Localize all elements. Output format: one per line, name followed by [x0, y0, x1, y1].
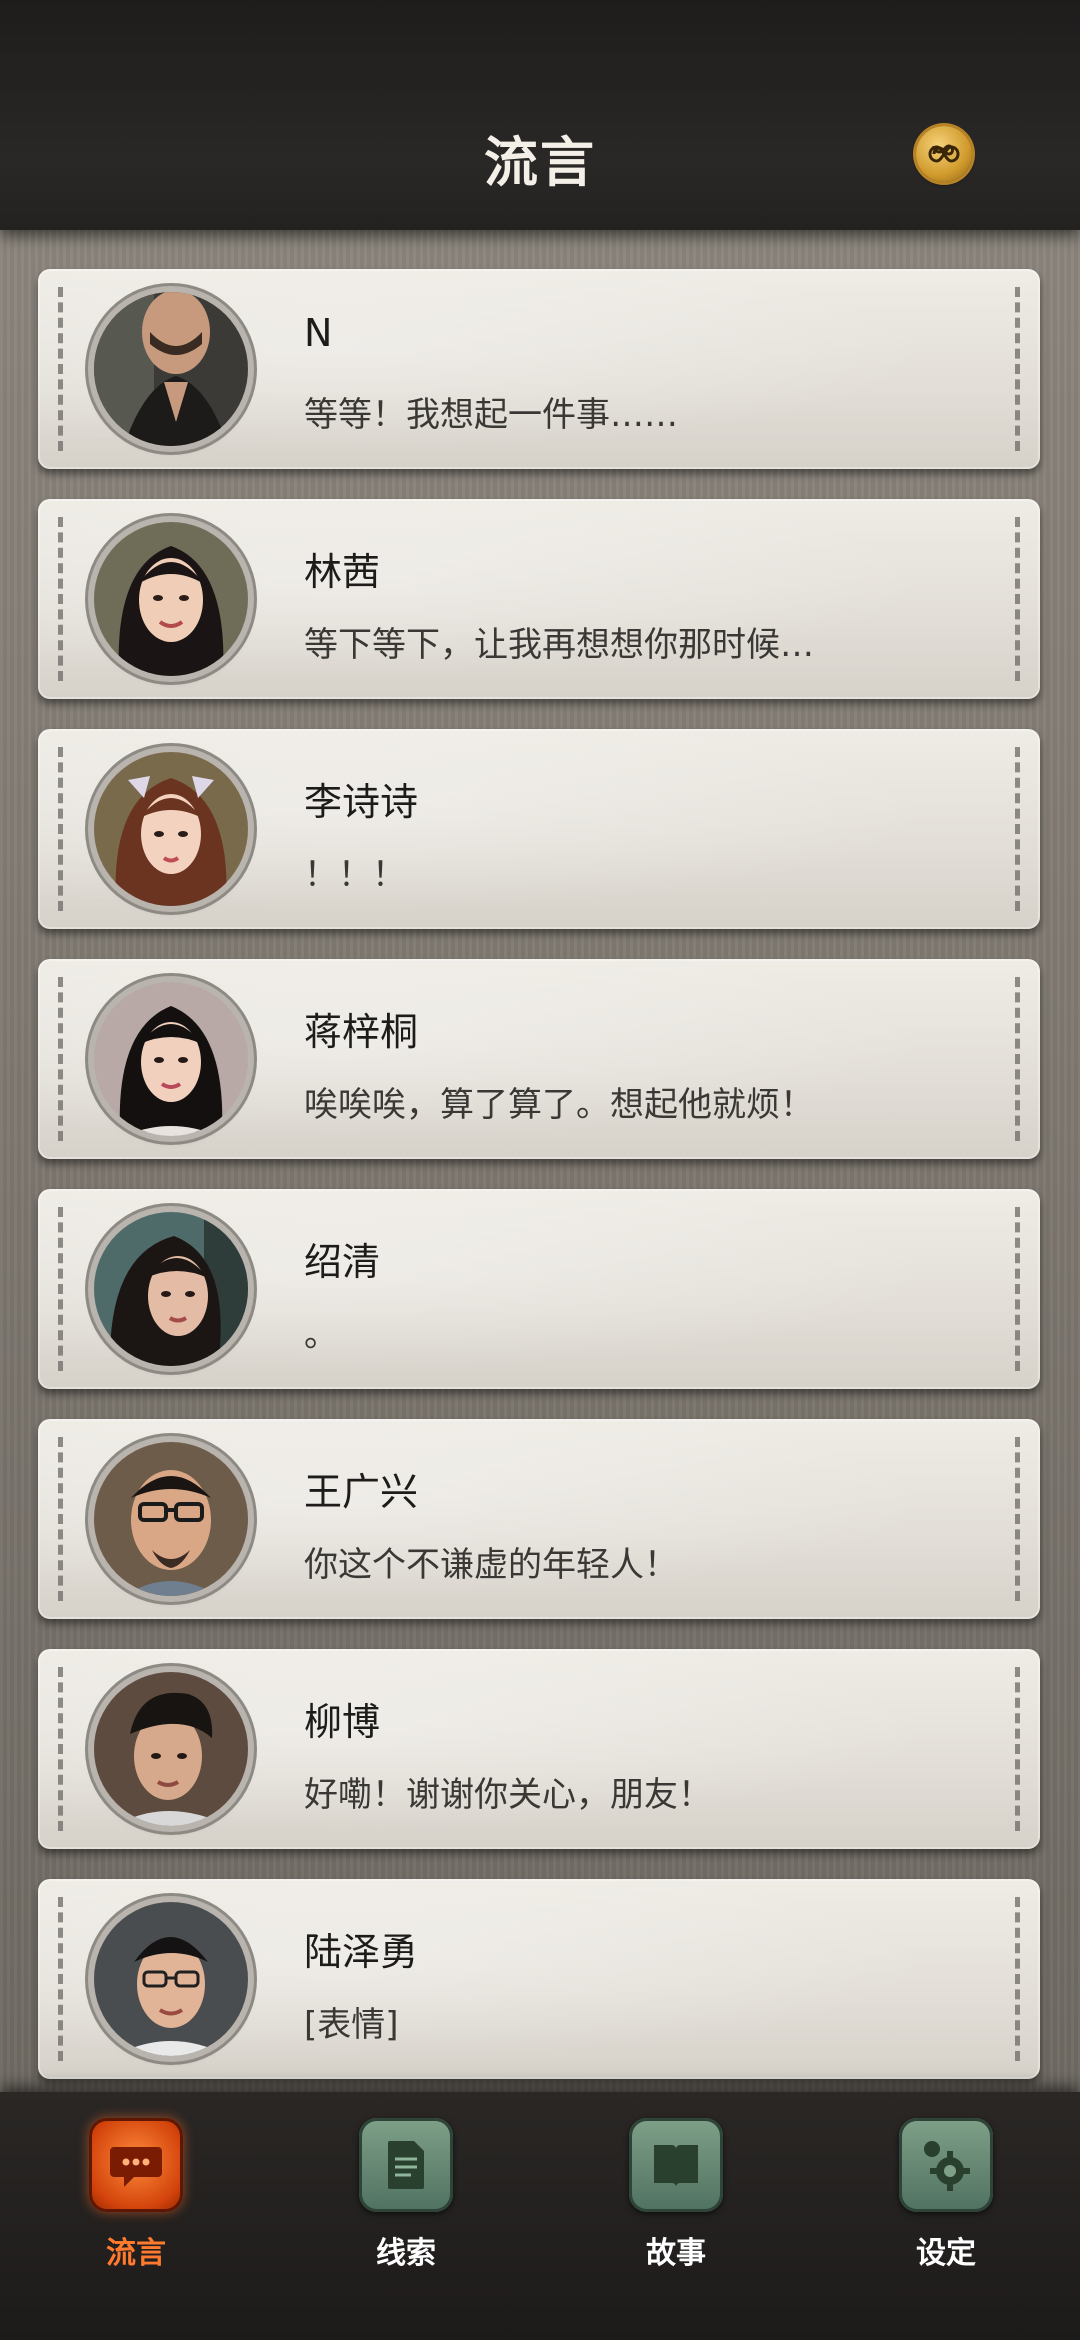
stitch-decoration	[1015, 287, 1020, 451]
contact-card-jiangzitong[interactable]: 蒋梓桐 唉唉唉，算了算了。想起他就烦！	[38, 959, 1040, 1159]
stitch-decoration	[1015, 1437, 1020, 1601]
avatar	[94, 522, 248, 676]
avatar	[94, 1442, 248, 1596]
stitch-decoration	[58, 977, 63, 1141]
avatar	[94, 982, 248, 1136]
contact-name: 林茜	[304, 550, 381, 594]
contact-name: 柳博	[304, 1700, 381, 1744]
top-bar: 流言	[0, 0, 1080, 230]
avatar	[94, 1902, 248, 2056]
stitch-decoration	[1015, 517, 1020, 681]
contact-name: 陆泽勇	[304, 1930, 419, 1974]
contact-name: 绍清	[304, 1240, 381, 1284]
stitch-decoration	[1015, 1897, 1020, 2061]
document-icon	[359, 2118, 453, 2212]
contact-name: 蒋梓桐	[304, 1010, 419, 1054]
chat-bubble-icon	[89, 2118, 183, 2212]
stitch-decoration	[58, 287, 63, 451]
last-message: ！！！	[304, 855, 406, 895]
contact-card-luzeyong[interactable]: 陆泽勇 [表情]	[38, 1879, 1040, 2079]
last-message: 好嘞！谢谢你关心，朋友！	[304, 1775, 712, 1815]
tab-label: 流言	[106, 2236, 166, 2271]
contact-name: N	[304, 311, 333, 355]
stitch-decoration	[58, 1207, 63, 1371]
contact-card-wangguangxing[interactable]: 王广兴 你这个不谦虚的年轻人！	[38, 1419, 1040, 1619]
avatar	[94, 292, 248, 446]
avatar	[94, 1672, 248, 1826]
contact-name: 李诗诗	[304, 780, 419, 824]
stitch-decoration	[1015, 1667, 1020, 1831]
tab-label: 故事	[646, 2236, 706, 2271]
last-message: 你这个不谦虚的年轻人！	[304, 1545, 678, 1585]
stitch-decoration	[58, 517, 63, 681]
last-message: 。	[304, 1315, 338, 1355]
contact-card-linxi[interactable]: 林茜 等下等下，让我再想想你那时候…	[38, 499, 1040, 699]
stitch-decoration	[58, 1437, 63, 1601]
avatar	[94, 1212, 248, 1366]
tab-clues[interactable]: 线索	[336, 2118, 476, 2318]
tab-rumors[interactable]: 流言	[66, 2118, 206, 2318]
stitch-decoration	[1015, 977, 1020, 1141]
book-icon	[629, 2118, 723, 2212]
infinity-coin-icon[interactable]	[916, 126, 972, 182]
gear-icon	[899, 2118, 993, 2212]
contact-card-n[interactable]: N 等等！我想起一件事……	[38, 269, 1040, 469]
contact-card-shaoqing[interactable]: 绍清 。	[38, 1189, 1040, 1389]
contact-list[interactable]: N 等等！我想起一件事…… 林茜 等下等下，让我再想想你那时候… 李诗诗 ！！！…	[0, 230, 1080, 2092]
last-message: 唉唉唉，算了算了。想起他就烦！	[304, 1085, 814, 1125]
tab-label: 线索	[376, 2236, 436, 2271]
contact-name: 王广兴	[304, 1470, 419, 1514]
contact-card-lishishi[interactable]: 李诗诗 ！！！	[38, 729, 1040, 929]
avatar	[94, 752, 248, 906]
bottom-tab-bar: 流言 线索 故事 设定	[0, 2092, 1080, 2340]
contact-card-liubo[interactable]: 柳博 好嘞！谢谢你关心，朋友！	[38, 1649, 1040, 1849]
stitch-decoration	[58, 1897, 63, 2061]
stitch-decoration	[58, 747, 63, 911]
stitch-decoration	[1015, 747, 1020, 911]
stitch-decoration	[1015, 1207, 1020, 1371]
last-message: [表情]	[304, 2005, 399, 2045]
tab-label: 设定	[916, 2236, 976, 2271]
last-message: 等等！我想起一件事……	[304, 395, 678, 435]
tab-settings[interactable]: 设定	[876, 2118, 1016, 2318]
last-message: 等下等下，让我再想想你那时候…	[304, 625, 814, 665]
stitch-decoration	[58, 1667, 63, 1831]
tab-story[interactable]: 故事	[606, 2118, 746, 2318]
